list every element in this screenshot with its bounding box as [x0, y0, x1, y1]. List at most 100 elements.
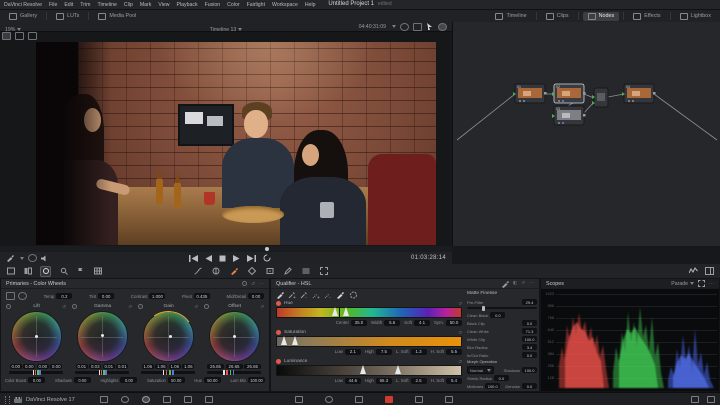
node-graph[interactable]: 01 02 03: [452, 22, 720, 246]
offset-g-value[interactable]: 26.65: [226, 364, 243, 369]
contrast-value[interactable]: 1.000: [149, 293, 165, 299]
pre-filter-value[interactable]: 29.4: [522, 299, 537, 305]
scope-mode-dropdown[interactable]: Parade: [671, 281, 694, 287]
offset-master-wheel[interactable]: [207, 371, 261, 374]
palette-tab-motion-effects[interactable]: [205, 396, 213, 403]
sat-lsoft-value[interactable]: 1.3: [411, 349, 427, 355]
sat-high-value[interactable]: 7.5: [376, 349, 392, 355]
menu-davinci-resolve[interactable]: DaVinci Resolve: [4, 2, 42, 8]
menu-trim[interactable]: Trim: [80, 2, 90, 8]
curve-tool-icon[interactable]: [193, 267, 202, 276]
gamma-b-value[interactable]: 0.01: [116, 364, 128, 369]
corrector-node-01[interactable]: 01: [513, 84, 547, 103]
palette-tab-hdr[interactable]: [163, 396, 171, 403]
audio-mute-icon[interactable]: [41, 255, 49, 262]
color-boost-value[interactable]: 0.00: [28, 377, 45, 383]
clean-black-value[interactable]: 0.0: [490, 312, 505, 318]
luminance-low-handle[interactable]: [360, 365, 366, 374]
menu-edit[interactable]: Edit: [64, 2, 73, 8]
sat-hsoft-value[interactable]: 5.5: [446, 349, 462, 355]
shrink-radius-value[interactable]: 0.0: [494, 375, 509, 381]
hue-enable-checkbox[interactable]: [276, 301, 281, 306]
shadows-value[interactable]: 0.00: [74, 377, 91, 383]
cursor-icon[interactable]: [426, 23, 434, 30]
split-wipe-icon[interactable]: [15, 32, 24, 40]
scope-options-icon[interactable]: ⋯: [709, 281, 714, 287]
shot-match-icon[interactable]: [23, 267, 32, 276]
subtract-softness-icon[interactable]: -: [324, 291, 332, 299]
go-to-first-frame-button[interactable]: [189, 255, 198, 262]
menu-fairlight[interactable]: Fairlight: [247, 2, 265, 8]
menu-mark[interactable]: Mark: [140, 2, 152, 8]
flag-icon[interactable]: [76, 267, 85, 276]
qualifier-picker-icon[interactable]: [229, 267, 238, 276]
sizing-panel-icon[interactable]: [707, 396, 715, 403]
hue-width-value[interactable]: 5.6: [384, 320, 400, 326]
menu-workspace[interactable]: Workspace: [272, 2, 298, 8]
lum-high-value[interactable]: 65.3: [376, 378, 392, 384]
wheels-options-icon[interactable]: ⋯: [259, 281, 264, 287]
lum-low-value[interactable]: 44.6: [345, 378, 361, 384]
lift-master-wheel[interactable]: [9, 371, 63, 374]
panel-layout-icon[interactable]: [705, 267, 714, 276]
auto-balance-icon[interactable]: [6, 267, 15, 276]
effects-button[interactable]: Effects: [628, 12, 665, 21]
offset-color-wheel[interactable]: [209, 311, 260, 362]
luminance-range-bar[interactable]: [276, 365, 462, 376]
palette-tab-tracker[interactable]: [355, 396, 363, 403]
white-clip-value[interactable]: 100.0: [522, 336, 537, 342]
timeline-button[interactable]: Timeline: [490, 12, 531, 21]
luminance-high-handle[interactable]: [395, 365, 401, 374]
picker-icon[interactable]: [501, 280, 509, 288]
palette-tab-camera-raw[interactable]: [100, 396, 108, 403]
offset-r-value[interactable]: 26.65: [207, 364, 224, 369]
hue-value[interactable]: 50.00: [204, 377, 221, 383]
loop-icon[interactable]: [400, 23, 409, 31]
palette-tab-color-wheels[interactable]: [142, 396, 150, 403]
play-button[interactable]: [233, 255, 240, 262]
playhead-dot[interactable]: [265, 247, 269, 251]
lift-g-value[interactable]: 0.00: [37, 364, 49, 369]
saturation-low-handle[interactable]: [281, 336, 287, 345]
keyframes-panel-icon[interactable]: [691, 396, 699, 403]
gamma-r-value[interactable]: 0.03: [89, 364, 101, 369]
hue-range-bar[interactable]: [276, 307, 462, 318]
unmix-icon[interactable]: [28, 254, 37, 262]
menu-color[interactable]: Color: [227, 2, 239, 8]
gamma-master-wheel[interactable]: [75, 371, 129, 374]
patch-tool-icon[interactable]: [301, 267, 310, 276]
saturation-range-bar[interactable]: [276, 336, 462, 347]
palette-tab-blur[interactable]: [415, 396, 423, 403]
gain-b-value[interactable]: 1.06: [182, 364, 194, 369]
saturation-high-handle[interactable]: [292, 336, 298, 345]
pivot-value[interactable]: 0.435: [194, 293, 210, 299]
tracker-tool-icon[interactable]: [265, 267, 274, 276]
lum-lsoft-value[interactable]: 2.5: [411, 378, 427, 384]
corrector-node-04[interactable]: 04: [622, 84, 656, 103]
luminance-enable-checkbox[interactable]: [276, 359, 281, 364]
palette-tab-curves[interactable]: [295, 396, 303, 403]
menu-clip[interactable]: Clip: [124, 2, 133, 8]
lift-color-wheel[interactable]: [11, 311, 62, 362]
saturation-enable-checkbox[interactable]: [276, 330, 281, 335]
gain-g-value[interactable]: 1.06: [169, 364, 181, 369]
subtract-color-icon[interactable]: -: [300, 291, 308, 299]
color-picker-icon[interactable]: [6, 254, 14, 262]
loop-playback-button[interactable]: [263, 254, 271, 262]
gamma-y-value[interactable]: 0.01: [76, 364, 88, 369]
black-clip-value[interactable]: 0.0: [522, 320, 537, 326]
nodes-button[interactable]: Nodes: [583, 12, 620, 21]
palette-tab-rgb-mixer[interactable]: [184, 396, 192, 403]
go-to-last-frame-button[interactable]: [247, 255, 256, 262]
lift-reset-icon[interactable]: ↺: [62, 304, 66, 310]
pen-tool-icon[interactable]: [283, 267, 292, 276]
menu-fusion[interactable]: Fusion: [205, 2, 221, 8]
wheel-mode-icon[interactable]: [242, 281, 247, 286]
hue-sym-value[interactable]: 50.0: [446, 320, 462, 326]
denoise-value[interactable]: 0.0: [522, 383, 537, 389]
offset-reset-icon[interactable]: ↺: [260, 304, 264, 310]
target-icon[interactable]: [438, 23, 447, 31]
menu-view[interactable]: View: [158, 2, 169, 8]
highlights-value[interactable]: 0.00: [120, 377, 137, 383]
grid-view-icon[interactable]: [93, 267, 102, 276]
